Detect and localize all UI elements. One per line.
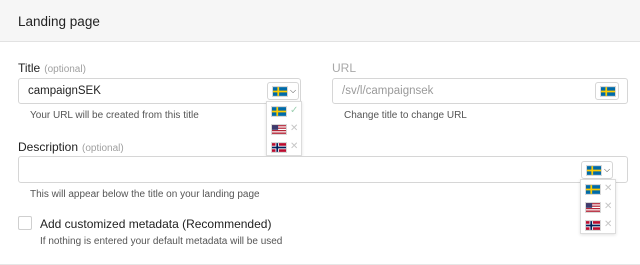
check-icon: ✓ (290, 105, 299, 116)
chevron-down-icon: ⌵ (290, 86, 297, 95)
url-input[interactable]: /sv/l/campaignsek (332, 78, 628, 104)
title-language-select[interactable]: ⌵ (267, 82, 299, 100)
url-language-indicator (595, 82, 619, 100)
norway-flag-icon (585, 220, 601, 231)
close-icon: ✕ (604, 219, 613, 230)
sweden-flag-icon (271, 106, 287, 117)
usa-flag-icon (585, 202, 601, 213)
sweden-flag-icon (585, 184, 601, 195)
section-title: Landing page (18, 14, 100, 29)
title-label-text: Title (18, 61, 41, 75)
description-language-select[interactable]: ⌵ (581, 161, 613, 179)
language-option-usa[interactable]: ✕ (581, 198, 615, 216)
title-hint: Your URL will be created from this title (30, 110, 199, 121)
title-optional-tag: (optional) (44, 64, 86, 75)
title-language-dropdown: ✓ ✕ ✕ (266, 101, 302, 156)
sweden-flag-icon (272, 86, 288, 97)
norway-flag-icon (271, 142, 287, 153)
url-input-placeholder: /sv/l/campaignsek (342, 85, 434, 97)
metadata-checkbox[interactable] (18, 216, 32, 230)
sweden-flag-icon (586, 165, 602, 176)
language-option-norway[interactable]: ✕ (267, 138, 301, 156)
description-language-dropdown: ✕ ✕ ✕ (580, 179, 616, 234)
chevron-down-icon: ⌵ (604, 165, 611, 174)
description-label-text: Description (18, 140, 79, 154)
description-input[interactable]: ⌵ (18, 156, 628, 183)
metadata-hint: If nothing is entered your default metad… (40, 236, 283, 247)
close-icon: ✕ (604, 183, 613, 194)
url-hint: Change title to change URL (344, 110, 467, 121)
language-option-sweden[interactable]: ✓ (267, 102, 301, 120)
usa-flag-icon (271, 124, 287, 135)
title-label: Title (optional) (18, 61, 86, 75)
description-optional-tag: (optional) (82, 143, 124, 154)
close-icon: ✕ (290, 141, 299, 152)
metadata-label[interactable]: Add customized metadata (Recommended) (40, 217, 271, 231)
close-icon: ✕ (290, 123, 299, 134)
close-icon: ✕ (604, 201, 613, 212)
sweden-flag-icon (600, 86, 616, 97)
description-hint: This will appear below the title on your… (30, 189, 260, 200)
section-header: Landing page (0, 0, 640, 42)
language-option-norway[interactable]: ✕ (581, 216, 615, 234)
language-option-sweden[interactable]: ✕ (581, 180, 615, 198)
description-label: Description (optional) (18, 140, 124, 154)
language-option-usa[interactable]: ✕ (267, 120, 301, 138)
title-input-value: campaignSEK (28, 85, 101, 97)
title-input[interactable]: campaignSEK ⌵ (18, 78, 301, 104)
url-label: URL (332, 61, 357, 75)
